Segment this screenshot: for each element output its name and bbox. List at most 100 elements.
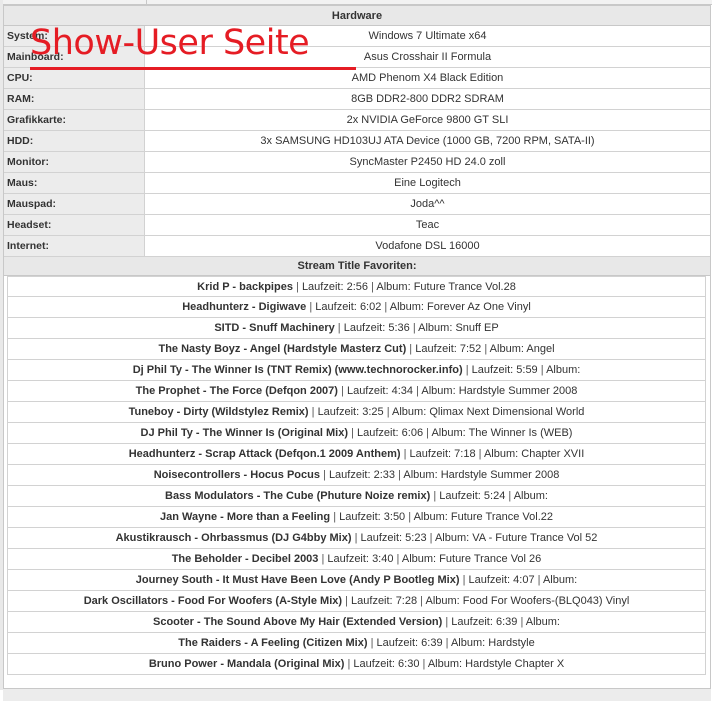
track-album-label: Album: <box>427 658 463 670</box>
track-album-label: Album: <box>401 553 437 565</box>
track-title: SITD - Snuff Machinery <box>214 322 335 334</box>
track-separator: | <box>403 448 407 460</box>
track-separator: | <box>420 595 424 607</box>
track-row: The Nasty Boyz - Angel (Hardstyle Master… <box>7 339 706 360</box>
stream-section-header: Stream Title Favoriten: <box>4 257 710 276</box>
track-duration: 6:02 <box>359 301 382 313</box>
track-duration-label: Laufzeit: <box>351 595 393 607</box>
track-album-label: Album: <box>425 595 460 607</box>
track-duration: 2:33 <box>373 469 396 481</box>
track-row: The Prophet - The Force (Defqon 2007) | … <box>7 381 706 402</box>
track-separator: | <box>347 658 351 670</box>
track-title: Krid P - backpipes <box>197 281 293 293</box>
track-album: VA - Future Trance Vol 52 <box>472 532 598 544</box>
track-title: Journey South - It Must Have Been Love (… <box>135 574 460 586</box>
track-separator: | <box>408 511 412 523</box>
hardware-row-value: 2x NVIDIA GeForce 9800 GT SLI <box>346 114 509 126</box>
track-album-label: Album: <box>389 301 424 313</box>
hardware-row-label: Headset: <box>4 215 145 235</box>
track-row: Jan Wayne - More than a Feeling | Laufze… <box>7 507 706 528</box>
hardware-row-label: RAM: <box>4 89 145 109</box>
track-title: Jan Wayne - More than a Feeling <box>160 511 331 523</box>
track-separator: | <box>445 616 449 628</box>
track-separator: | <box>462 574 466 586</box>
track-row: Bruno Power - Mandala (Original Mix) | L… <box>7 654 706 675</box>
track-separator: | <box>370 637 374 649</box>
track-album: Angel <box>526 343 555 355</box>
track-title: Bruno Power - Mandala (Original Mix) <box>148 658 345 670</box>
track-row: DJ Phil Ty - The Winner Is (Original Mix… <box>7 423 706 444</box>
track-row: Scooter - The Sound Above My Hair (Exten… <box>7 612 706 633</box>
hardware-row: RAM: 8GB DDR2-800 DDR2 SDRAM <box>4 89 710 110</box>
hardware-row: Grafikkarte: 2x NVIDIA GeForce 9800 GT SL… <box>4 110 710 131</box>
track-separator: | <box>429 532 433 544</box>
track-album-label: Album: <box>418 322 453 334</box>
track-duration-label: Laufzeit: <box>451 616 493 628</box>
track-duration-label: Laufzeit: <box>328 469 371 481</box>
track-separator: | <box>386 406 390 418</box>
hardware-row: Internet: Vodafone DSL 16000 <box>4 236 710 257</box>
track-separator: | <box>540 364 544 376</box>
track-separator: | <box>409 343 413 355</box>
track-duration-label: Laufzeit: <box>360 532 403 544</box>
track-duration-label: Laufzeit: <box>376 637 419 649</box>
track-duration-label: Laufzeit: <box>315 301 357 313</box>
track-duration-label: Laufzeit: <box>353 658 395 670</box>
overlay-caption: Show-User Seite <box>30 23 310 63</box>
track-separator: | <box>354 532 358 544</box>
track-album-label: Album: <box>450 637 486 649</box>
track-duration-label: Laufzeit: <box>468 574 511 586</box>
track-separator: | <box>520 616 524 628</box>
track-row: Bass Modulators - The Cube (Phuture Noiz… <box>7 486 706 507</box>
hardware-row: Headset: Teac <box>4 215 710 236</box>
track-album: Hardstyle Summer 2008 <box>458 385 578 397</box>
track-separator: | <box>433 490 437 502</box>
track-duration-label: Laufzeit: <box>317 406 360 418</box>
track-separator: | <box>412 322 416 334</box>
track-row: SITD - Snuff Machinery | Laufzeit: 5:36 … <box>7 318 706 339</box>
track-album-label: Album: <box>525 616 560 628</box>
track-album: Chapter XVII <box>521 448 585 460</box>
hardware-row-label: Monitor: <box>4 152 145 172</box>
track-separator: | <box>396 553 400 565</box>
track-duration: 6:06 <box>401 427 424 439</box>
track-title: DJ Phil Ty - The Winner Is (Original Mix… <box>140 427 349 439</box>
track-album-label: Album: <box>546 364 581 376</box>
hardware-row-label: Mauspad: <box>4 194 145 214</box>
track-title: Tuneboy - Dirty (Wildstylez Remix) <box>128 406 309 418</box>
track-separator: | <box>384 301 388 313</box>
track-album-label: Album: <box>483 448 519 460</box>
track-row: The Raiders - A Feeling (Citizen Mix) | … <box>7 633 706 654</box>
track-duration: 5:59 <box>516 364 538 376</box>
overlay-caption-underline <box>30 67 356 70</box>
track-duration: 2:56 <box>346 281 369 293</box>
track-row: Tuneboy - Dirty (Wildstylez Remix) | Lau… <box>7 402 706 423</box>
track-separator: | <box>309 301 313 313</box>
track-separator: | <box>537 574 541 586</box>
track-album-label: Album: <box>421 385 456 397</box>
track-album: Forever Az One Vinyl <box>427 301 531 313</box>
top-strip-divider <box>146 0 147 4</box>
track-title: The Prophet - The Force (Defqon 2007) <box>135 385 338 397</box>
hardware-row: HDD: 3x SAMSUNG HD103UJ ATA Device (1000 … <box>4 131 710 152</box>
track-album: Qlimax Next Dimensional World <box>429 406 585 418</box>
hardware-row-label: Grafikkarte: <box>4 110 145 130</box>
track-album-label: Album: <box>376 281 411 293</box>
track-duration: 5:24 <box>483 490 506 502</box>
track-duration-label: Laufzeit: <box>346 385 389 397</box>
track-title: Bass Modulators - The Cube (Phuture Noiz… <box>165 490 431 502</box>
track-album: Hardstyle Summer 2008 <box>440 469 560 481</box>
track-separator: | <box>371 281 374 293</box>
track-title: Scooter - The Sound Above My Hair (Exten… <box>153 616 443 628</box>
track-duration: 7:52 <box>459 343 482 355</box>
hardware-row-label: Internet: <box>4 236 145 256</box>
track-separator: | <box>333 511 337 523</box>
track-row: Headhunterz - Scrap Attack (Defqon.1 200… <box>7 444 706 465</box>
track-duration: 4:07 <box>513 574 535 586</box>
track-album-label: Album: <box>413 511 448 523</box>
track-album: Future Trance Vol 26 <box>439 553 542 565</box>
track-duration-label: Laufzeit: <box>301 281 344 293</box>
track-album-label: Album: <box>489 343 524 355</box>
track-duration-label: Laufzeit: <box>471 364 514 376</box>
hardware-row-value: Vodafone DSL 16000 <box>375 240 480 252</box>
